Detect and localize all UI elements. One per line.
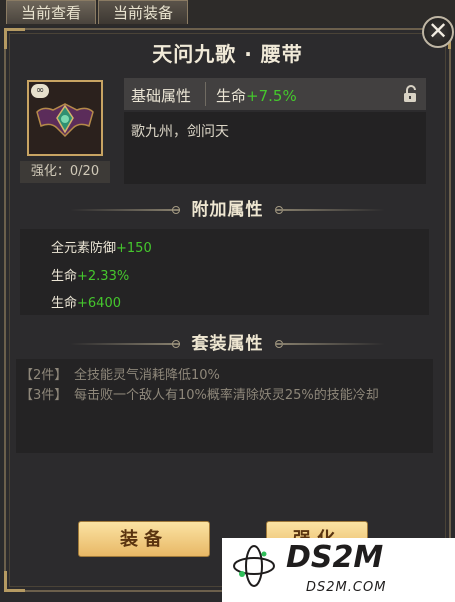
corner-ornament [4, 571, 25, 592]
divider [205, 82, 206, 106]
description-text: 歌九州，剑问天 [131, 124, 229, 140]
attr-value: +2.33% [77, 269, 130, 284]
item-description: 歌九州，剑问天 [124, 112, 426, 184]
list-item: 全元素防御+150 [51, 237, 152, 256]
item-title: 天问九歌 · 腰带 [152, 42, 303, 66]
attr-name: 生命 [51, 269, 78, 284]
set-bonus-text: 全技能灵气消耗降低10% [74, 368, 220, 383]
base-attribute-value: 生命+7.5% [216, 85, 297, 106]
ornament-icon [172, 340, 180, 348]
watermark-subtext: DS2M.COM [306, 580, 387, 595]
attr-name: 生命 [51, 296, 78, 311]
divider [70, 343, 180, 345]
set-bonus-text: 每击败一个敌人有10%概率清除妖灵25%的技能冷却 [74, 388, 379, 403]
set-attributes-list: 【2件】 全技能灵气消耗降低10% 【3件】 每击败一个敌人有10%概率清除妖灵25… [16, 359, 433, 453]
list-item: 【3件】 每击败一个敌人有10%概率清除妖灵25%的技能冷却 [20, 388, 404, 404]
set-attributes-header: 套装属性 [20, 331, 435, 357]
divider [275, 343, 385, 345]
attr-name: 全元素防御 [51, 241, 117, 256]
tab-bar: 当前查看 当前装备 [0, 0, 455, 26]
attr-value: +6400 [77, 296, 121, 311]
belt-icon [36, 103, 94, 138]
set-piece-tag: 【2件】 [20, 368, 68, 383]
enhance-level: 强化：0/20 [20, 161, 110, 183]
divider [275, 209, 385, 211]
item-slot[interactable]: ∞ [27, 80, 103, 156]
extra-attributes-title: 附加属性 [191, 200, 264, 220]
watermark: DS2M DS2M.COM [222, 538, 455, 602]
extra-attributes-header: 附加属性 [20, 197, 435, 223]
watermark-logo [233, 545, 275, 587]
list-item: 生命+2.33% [51, 265, 129, 284]
equip-button[interactable]: 装备 [78, 521, 210, 557]
set-piece-tag: 【3件】 [20, 388, 68, 403]
tab-current-equipment[interactable]: 当前装备 [98, 0, 188, 24]
base-attribute-row: 基础属性 生命+7.5% [124, 78, 426, 110]
watermark-text: DS2M [286, 540, 384, 575]
close-icon: ✕ [427, 17, 449, 45]
set-attributes-title: 套装属性 [191, 334, 264, 354]
list-item: 【2件】 全技能灵气消耗降低10% [20, 368, 404, 384]
attr-value: +150 [116, 241, 152, 256]
divider [70, 209, 180, 211]
list-item: 生命+6400 [51, 292, 121, 311]
close-button[interactable]: ✕ [422, 16, 454, 48]
tab-current-view[interactable]: 当前查看 [6, 0, 96, 24]
ornament-icon [172, 206, 180, 214]
base-attribute-label: 基础属性 [131, 87, 192, 105]
unlock-icon[interactable] [401, 84, 421, 104]
stat-value: +7.5% [246, 87, 297, 105]
extra-attributes-list: 全元素防御+150 生命+2.33% 生命+6400 [20, 229, 429, 315]
stat-name: 生命 [216, 87, 247, 105]
corner-ornament [4, 28, 25, 49]
